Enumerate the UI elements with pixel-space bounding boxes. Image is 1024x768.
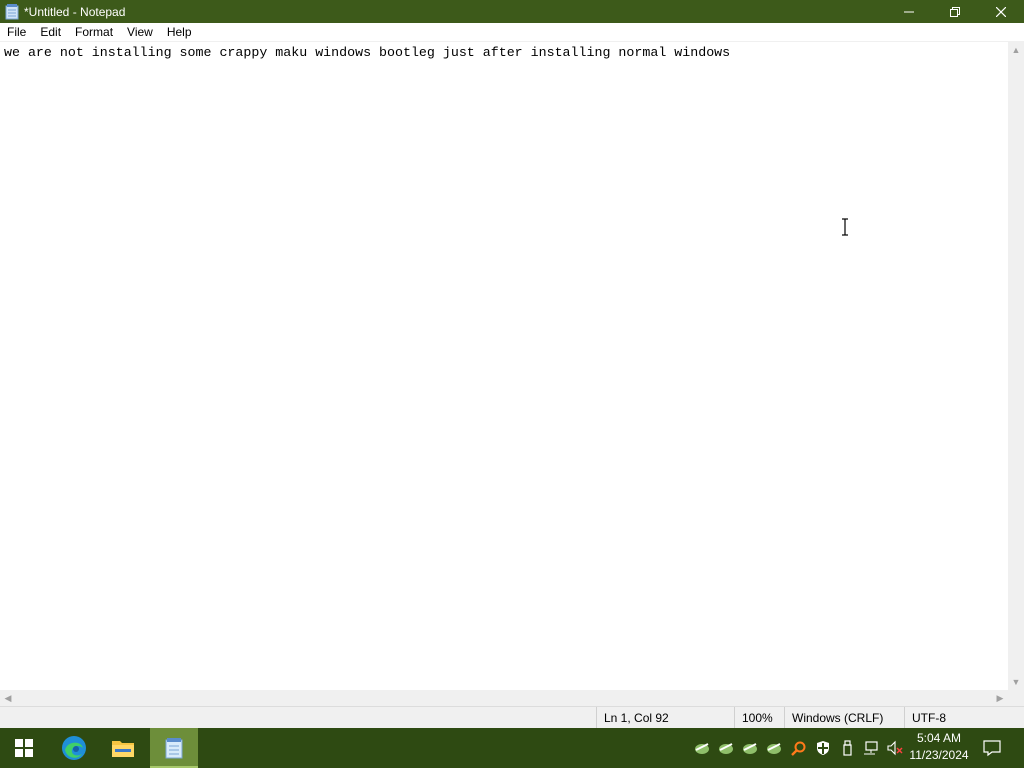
minimize-button[interactable] (886, 0, 932, 23)
restore-button[interactable] (932, 0, 978, 23)
windows-logo-icon (15, 739, 33, 757)
scroll-down-icon[interactable]: ▼ (1008, 674, 1024, 690)
scroll-right-icon[interactable]: ▶ (992, 690, 1008, 706)
menu-file[interactable]: File (0, 23, 33, 42)
menu-bar: File Edit Format View Help (0, 23, 1024, 42)
status-bar: Ln 1, Col 92 100% Windows (CRLF) UTF-8 (0, 706, 1024, 729)
status-cursor-position: Ln 1, Col 92 (596, 707, 734, 729)
clock-time: 5:04 AM (916, 731, 962, 745)
network-icon[interactable] (863, 740, 879, 756)
editor-content[interactable]: we are not installing some crappy maku w… (4, 45, 730, 60)
usb-icon[interactable] (839, 740, 855, 756)
horizontal-scrollbar[interactable]: ◀ ▶ (0, 690, 1008, 706)
status-line-ending: Windows (CRLF) (784, 707, 904, 729)
volume-muted-icon[interactable] (887, 740, 903, 756)
restore-icon (950, 6, 960, 17)
folder-icon (112, 741, 134, 757)
text-editor[interactable]: we are not installing some crappy maku w… (0, 42, 1008, 690)
scrollbar-corner (1008, 690, 1024, 706)
menu-view[interactable]: View (120, 23, 160, 42)
notification-center-icon[interactable] (983, 739, 1001, 757)
taskbar-notepad[interactable] (150, 728, 198, 768)
start-button[interactable] (0, 728, 48, 768)
taskbar: 5:04 AM 11/23/2024 (0, 728, 1024, 768)
window-controls (886, 0, 1024, 23)
menu-edit[interactable]: Edit (33, 23, 68, 42)
scroll-up-icon[interactable]: ▲ (1008, 42, 1024, 58)
status-zoom: 100% (734, 707, 784, 729)
system-clock[interactable]: 5:04 AM 11/23/2024 (906, 730, 972, 766)
window-title: *Untitled - Notepad (24, 4, 126, 19)
taskbar-file-explorer[interactable] (99, 728, 147, 768)
scroll-left-icon[interactable]: ◀ (0, 690, 16, 706)
vertical-scrollbar[interactable]: ▲ ▼ (1008, 42, 1024, 690)
menu-format[interactable]: Format (68, 23, 120, 42)
notepad-icon (165, 738, 183, 759)
security-shield-icon[interactable] (815, 740, 831, 756)
text-cursor-icon (842, 218, 848, 236)
title-bar[interactable]: *Untitled - Notepad (0, 0, 1024, 23)
taskbar-edge[interactable] (50, 728, 98, 768)
app-tray-icon[interactable] (766, 740, 782, 756)
menu-help[interactable]: Help (160, 23, 199, 42)
app-tray-icon[interactable] (742, 740, 758, 756)
app-tray-icon[interactable] (718, 740, 734, 756)
edge-icon (62, 736, 86, 760)
close-button[interactable] (978, 0, 1024, 23)
clock-date: 11/23/2024 (909, 748, 969, 762)
app-tray-icon[interactable] (694, 740, 710, 756)
status-encoding: UTF-8 (904, 707, 1008, 729)
notepad-icon (4, 3, 20, 20)
close-icon (996, 6, 1006, 17)
minimize-icon (904, 11, 914, 12)
search-tool-icon[interactable] (791, 740, 807, 756)
